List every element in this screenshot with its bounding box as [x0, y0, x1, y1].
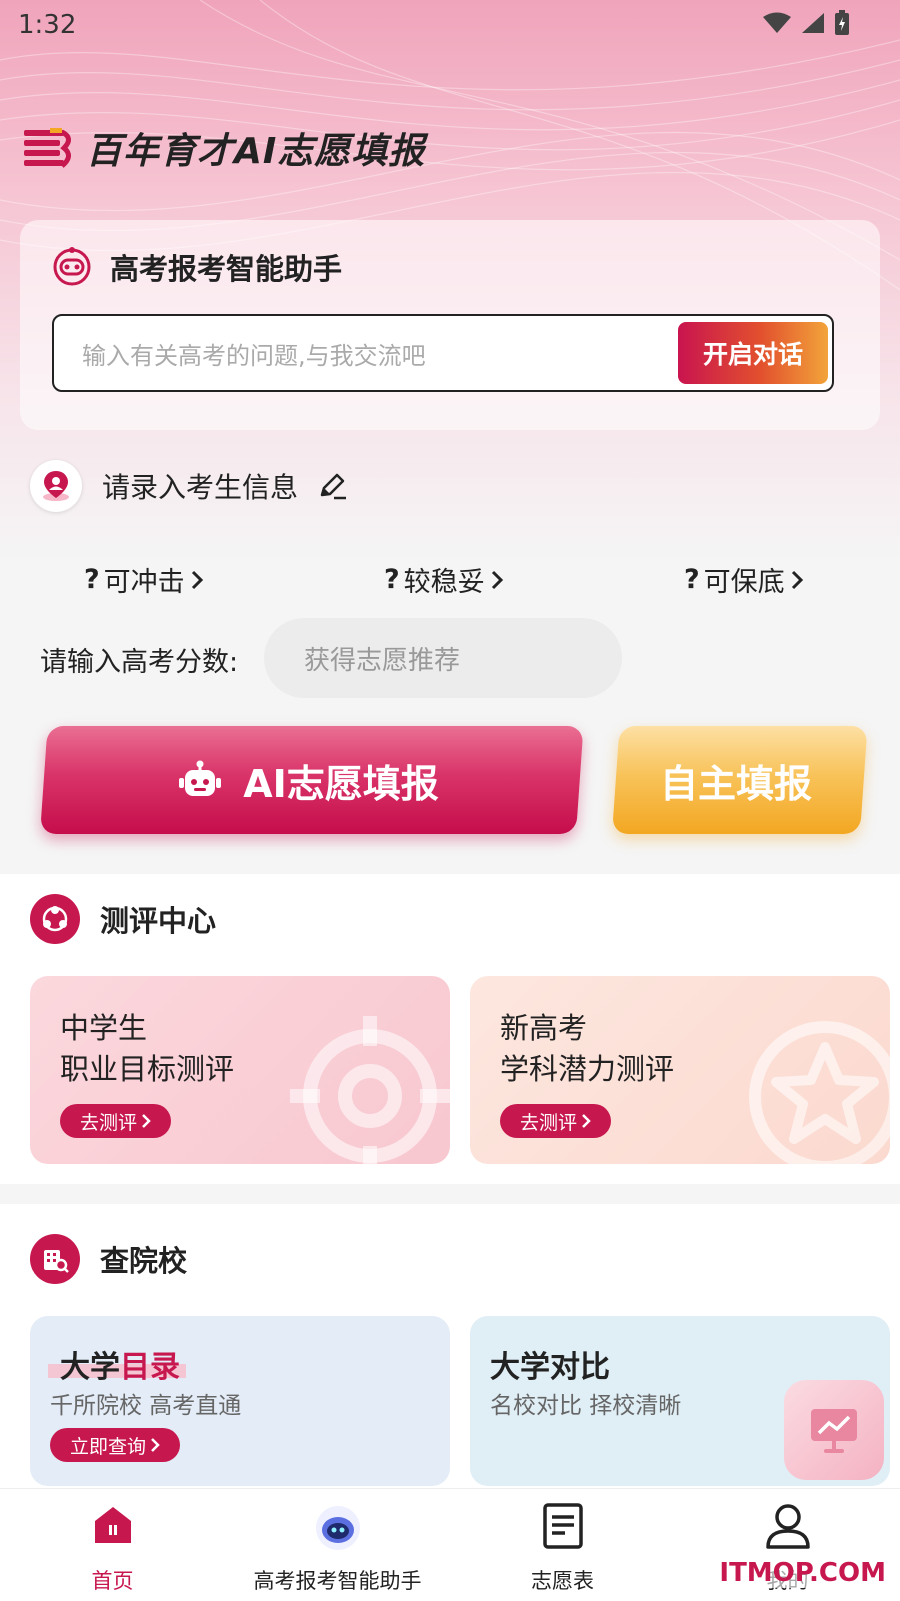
- score-label: 请输入高考分数:: [40, 647, 239, 678]
- assistant-title: 高考报考智能助手: [110, 252, 343, 286]
- tab-home[interactable]: 首页: [0, 1489, 225, 1601]
- student-info-label: 请录入考生信息: [102, 471, 299, 504]
- tab-volunteer-table-label: 志愿表: [531, 1569, 594, 1593]
- subject-evaluation-button[interactable]: 去测评: [500, 1104, 612, 1138]
- career-evaluation-button-label: 去测评: [80, 1111, 138, 1134]
- chevron-right-icon: [491, 570, 503, 589]
- query-now-button[interactable]: 立即查询: [50, 1428, 181, 1462]
- university-compare-title: 大学对比: [490, 1350, 610, 1385]
- chat-input-placeholder: 输入有关高考的问题,与我交流吧: [82, 342, 426, 370]
- tab-home-label: 首页: [91, 1569, 134, 1593]
- subject-evaluation-text: 新高考 学科潜力测评: [500, 1008, 674, 1090]
- student-info-row[interactable]: 请录入考生信息: [30, 460, 348, 512]
- document-icon: [542, 1503, 583, 1549]
- assistant-header: 高考报考智能助手: [52, 246, 342, 288]
- university-directory-title-a: 大学: [60, 1350, 120, 1385]
- level-match-count: ?: [384, 564, 400, 595]
- level-safety[interactable]: ? 可保底: [684, 560, 805, 599]
- university-directory-title-text: 大学目录: [60, 1350, 180, 1385]
- career-evaluation-card[interactable]: 中学生 职业目标测评 去测评: [30, 976, 450, 1164]
- university-directory-title-b: 目录: [120, 1350, 180, 1385]
- chevron-right-icon: [151, 1438, 160, 1452]
- signal-icon: [802, 13, 824, 33]
- admission-levels: ? 可冲击 ? 较稳妥 ? 可保底: [0, 560, 900, 600]
- chevron-right-icon: [142, 1114, 151, 1128]
- status-time: 1:32: [18, 10, 77, 40]
- start-chat-button[interactable]: 开启对话: [678, 322, 828, 384]
- evaluation-section-icon: [30, 894, 80, 944]
- presentation-chart-icon: [811, 1409, 857, 1453]
- network-icon: [42, 906, 68, 932]
- assistant-card: 高考报考智能助手 输入有关高考的问题,与我交流吧 开启对话: [20, 220, 880, 430]
- career-evaluation-text: 中学生 职业目标测评: [60, 1008, 234, 1090]
- chevron-right-icon: [582, 1114, 591, 1128]
- university-directory-card[interactable]: 大学目录 千所院校 高考直通 立即查询: [30, 1316, 450, 1486]
- location-user-icon: [43, 471, 69, 501]
- robot-face-icon: [53, 247, 91, 286]
- ai-fill-label: AI志愿填报: [243, 761, 439, 806]
- watermark: ITMOP.COM: [719, 1558, 886, 1588]
- home-icon: [94, 1507, 131, 1543]
- evaluation-title: 测评中心: [100, 904, 217, 938]
- robot-icon: [315, 1506, 360, 1550]
- star-badge-icon: [749, 1021, 890, 1164]
- university-compare-card[interactable]: 大学对比 名校对比 择校清晰: [470, 1316, 890, 1486]
- tab-volunteer-table[interactable]: 志愿表: [450, 1489, 675, 1601]
- university-directory-title: 大学目录: [48, 1342, 186, 1386]
- level-reach-label: 可冲击: [103, 567, 185, 598]
- tab-assistant[interactable]: 高考报考智能助手: [225, 1489, 450, 1601]
- level-match-label: 较稳妥: [403, 567, 485, 598]
- app-title: 百年育才AI志愿填报: [86, 131, 426, 172]
- university-directory-subtitle: 千所院校 高考直通: [50, 1393, 242, 1419]
- chevron-right-icon: [791, 570, 803, 589]
- level-match[interactable]: ? 较稳妥: [384, 560, 505, 599]
- university-compare-subtitle: 名校对比 择校清晰: [490, 1393, 682, 1419]
- ai-fill-button[interactable]: AI志愿填报: [40, 726, 576, 834]
- edit-icon[interactable]: [318, 471, 348, 501]
- self-fill-button[interactable]: 自主填报: [612, 726, 860, 834]
- tab-assistant-label: 高考报考智能助手: [253, 1569, 422, 1593]
- target-icon: [290, 1016, 450, 1164]
- career-evaluation-line1: 中学生: [60, 1011, 148, 1045]
- status-bar: 1:32: [0, 0, 900, 50]
- app-logo-icon: [24, 128, 71, 168]
- subject-evaluation-line1: 新高考: [500, 1011, 588, 1045]
- career-evaluation-button[interactable]: 去测评: [60, 1104, 172, 1138]
- student-avatar: [30, 460, 82, 512]
- chevron-right-icon: [191, 570, 203, 589]
- app-header: 百年育才AI志愿填报: [24, 122, 425, 174]
- subject-evaluation-line2: 学科潜力测评: [500, 1052, 675, 1086]
- status-icons: [762, 10, 850, 36]
- score-input-placeholder: 获得志愿推荐: [304, 645, 461, 676]
- level-reach[interactable]: ? 可冲击: [84, 560, 205, 599]
- compare-badge: [784, 1380, 884, 1480]
- subject-evaluation-button-label: 去测评: [520, 1111, 578, 1134]
- career-evaluation-line2: 职业目标测评: [60, 1052, 235, 1086]
- level-reach-count: ?: [84, 564, 100, 595]
- query-now-button-label: 立即查询: [70, 1435, 147, 1458]
- user-icon: [765, 1504, 810, 1549]
- wifi-icon: [763, 12, 791, 33]
- level-safety-count: ?: [684, 564, 700, 595]
- battery-icon: [835, 10, 849, 35]
- subject-evaluation-card[interactable]: 新高考 学科潜力测评 去测评: [470, 976, 890, 1164]
- robot-icon: [179, 760, 222, 796]
- colleges-header: 查院校: [30, 1234, 187, 1284]
- building-search-icon: [44, 1250, 69, 1273]
- score-input[interactable]: 获得志愿推荐: [264, 618, 622, 698]
- chat-input[interactable]: 输入有关高考的问题,与我交流吧 开启对话: [52, 314, 834, 392]
- colleges-title: 查院校: [100, 1244, 188, 1278]
- evaluation-header: 测评中心: [30, 894, 216, 944]
- colleges-section-icon: [30, 1234, 80, 1284]
- level-safety-label: 可保底: [703, 567, 785, 598]
